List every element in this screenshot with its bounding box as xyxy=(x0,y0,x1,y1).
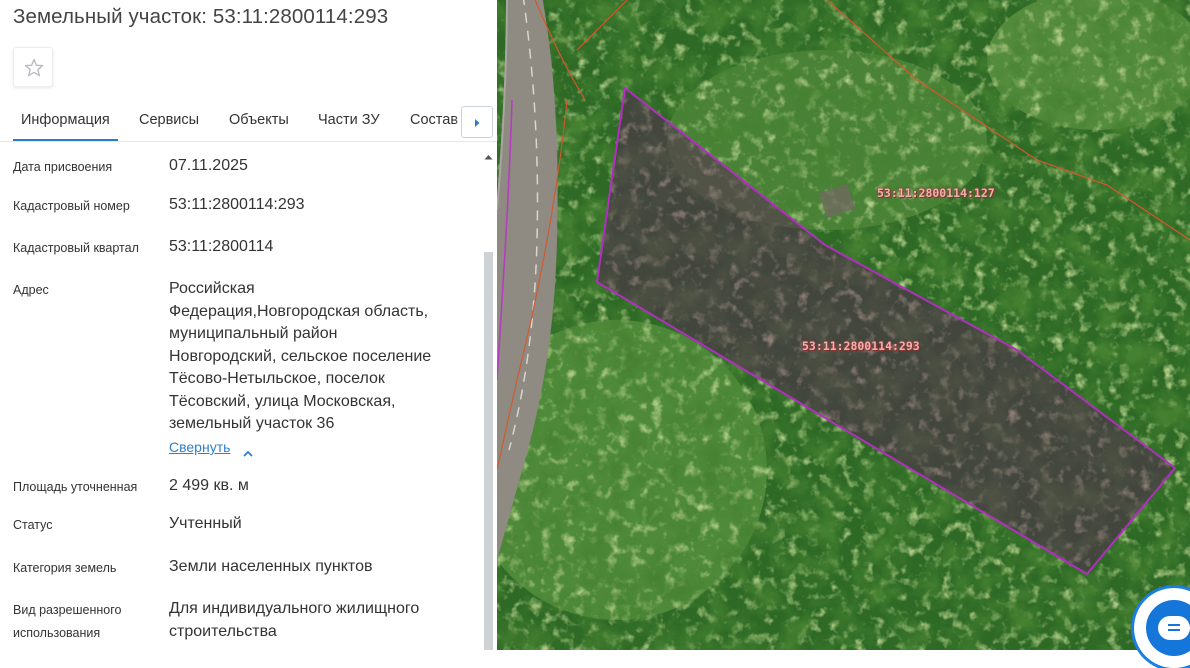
area-label: Площадь уточненная xyxy=(13,480,138,494)
cadastral-number-value: 53:11:2800114:293 xyxy=(169,196,305,213)
chevron-up-icon[interactable] xyxy=(243,444,253,462)
cadastral-number-label: Кадастровый номер xyxy=(13,199,130,213)
map-view[interactable]: 53:11:2800114:293 53:11:2800114:127 xyxy=(497,0,1190,650)
permitted-use-label-line: Вид разрешенного xyxy=(13,603,122,617)
area-value: 2 499 кв. м xyxy=(169,477,249,494)
parcel-label-neighbor[interactable]: 53:11:2800114:127 xyxy=(877,186,995,200)
info-content: Дата присвоения 07.11.2025 Кадастровый н… xyxy=(0,142,482,650)
permitted-use-label: Вид разрешенного использования xyxy=(13,599,158,645)
tab-composition[interactable]: Состав xyxy=(410,112,458,128)
collapse-link[interactable]: Свернуть xyxy=(169,439,230,455)
permitted-use-value: Для индивидуального жилищного строительс… xyxy=(169,598,469,643)
address-line: Федерация,Новгородская область, xyxy=(169,302,429,320)
status-value: Учтенный xyxy=(169,515,242,532)
caret-up-icon[interactable] xyxy=(484,147,493,165)
tab-services[interactable]: Сервисы xyxy=(139,112,199,128)
permitted-use-line: Для индивидуального жилищного xyxy=(169,600,420,617)
info-panel: Земельный участок: 53:11:2800114:293 Инф… xyxy=(0,0,497,650)
cadastral-quarter-label: Кадастровый квартал xyxy=(13,241,139,255)
address-label: Адрес xyxy=(13,283,49,297)
tab-objects[interactable]: Объекты xyxy=(229,112,289,128)
address-line: муниципальный район xyxy=(169,325,338,342)
date-value: 07.11.2025 xyxy=(169,157,248,174)
permitted-use-line: строительства xyxy=(169,622,277,640)
tab-bar: Информация Сервисы Объекты Части ЗУ Сост… xyxy=(0,103,497,142)
address-line: Тёсовский, улица Московская, xyxy=(169,392,396,410)
chat-icon xyxy=(1146,600,1190,656)
tab-information[interactable]: Информация xyxy=(13,112,118,141)
cadastral-quarter-value: 53:11:2800114 xyxy=(169,238,274,255)
address-line: земельный участок 36 xyxy=(169,415,335,432)
date-label: Дата присвоения xyxy=(13,160,113,174)
page-title: Земельный участок: 53:11:2800114:293 xyxy=(13,5,389,28)
scrollbar[interactable] xyxy=(482,142,495,650)
tab-parcel-parts[interactable]: Части ЗУ xyxy=(318,112,380,128)
parcel-label-selected[interactable]: 53:11:2800114:293 xyxy=(802,339,920,353)
satellite-map[interactable] xyxy=(497,0,1190,650)
permitted-use-label-line: использования xyxy=(13,626,101,640)
land-category-label: Категория земель xyxy=(13,561,117,575)
scrollbar-thumb[interactable] xyxy=(484,252,493,650)
address-line: Тёсово-Нетыльское, поселок xyxy=(169,370,385,387)
address-line: Новгородский, сельское поселение xyxy=(169,347,432,365)
tabs-next-button[interactable] xyxy=(461,106,493,138)
land-category-value: Земли населенных пунктов xyxy=(169,558,373,575)
address-line: Российская xyxy=(169,280,255,297)
address-value: Российская Федерация,Новгородская област… xyxy=(169,278,469,436)
status-label: Статус xyxy=(13,518,53,532)
favorite-button[interactable] xyxy=(13,47,53,87)
